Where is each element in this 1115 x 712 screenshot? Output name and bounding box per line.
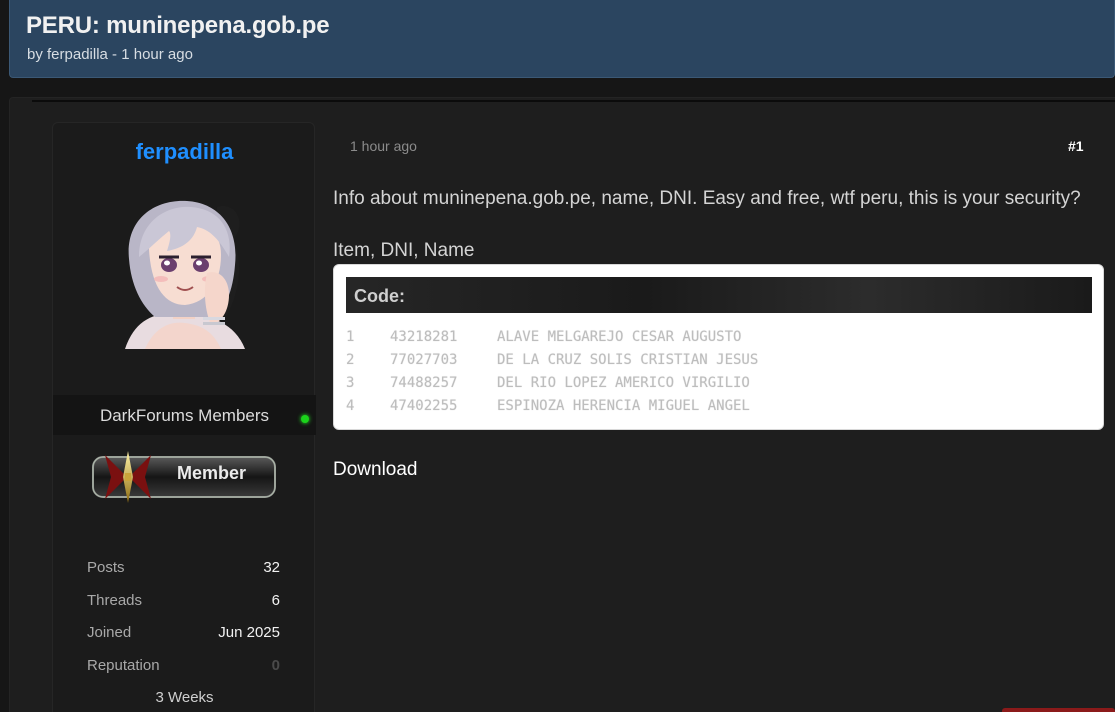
code-block-body: 1 43218281 ALAVE MELGAREJO CESAR AUGUSTO… <box>346 329 758 421</box>
thread-title: PERU: muninepena.gob.pe <box>26 12 330 39</box>
code-dni: 74488257 <box>390 375 458 391</box>
code-dni: 77027703 <box>390 352 458 368</box>
post-timestamp: 1 hour ago <box>350 138 417 154</box>
page: PERU: muninepena.gob.pe by ferpadilla - … <box>0 0 1115 712</box>
user-group-bar: DarkForums Members <box>53 395 316 435</box>
code-block-header: Code: <box>346 277 1092 313</box>
post-body-text: Info about muninepena.gob.pe, name, DNI.… <box>333 188 1081 209</box>
code-block-title: Code: <box>354 286 405 306</box>
stat-posts-value: 32 <box>263 559 280 576</box>
stat-threads-value: 6 <box>271 592 280 609</box>
online-status-icon <box>301 415 309 423</box>
stat-reputation-value[interactable]: 0 <box>272 657 280 674</box>
code-item: 2 <box>346 352 355 368</box>
stat-threads-label: Threads <box>87 592 143 609</box>
stat-reputation-label: Reputation <box>87 657 160 674</box>
code-dni: 47402255 <box>390 398 458 414</box>
panel-divider <box>32 100 1115 102</box>
post-list-heading: Item, DNI, Name <box>333 240 475 261</box>
action-button-edge[interactable] <box>1002 708 1115 712</box>
download-link[interactable]: Download <box>333 459 418 481</box>
code-block: Code: 1 43218281 ALAVE MELGAREJO CESAR A… <box>333 264 1104 430</box>
code-item: 1 <box>346 329 355 345</box>
code-item: 4 <box>346 398 355 414</box>
code-name: DEL RIO LOPEZ AMERICO VIRGILIO <box>497 375 750 391</box>
thread-header: PERU: muninepena.gob.pe by ferpadilla - … <box>9 0 1115 78</box>
code-dni: 43218281 <box>390 329 458 345</box>
post-number-link[interactable]: #1 <box>1068 138 1084 154</box>
stat-joined-label: Joined <box>87 624 132 641</box>
stat-joined-value: Jun 2025 <box>218 624 280 641</box>
author-sidebar: ferpadilla DarkForums Members Member Pos… <box>52 122 316 712</box>
code-line: 2 77027703 DE LA CRUZ SOLIS CRISTIAN JES… <box>346 352 758 375</box>
thread-meta: by ferpadilla - 1 hour ago <box>27 46 193 63</box>
code-name: ESPINOZA HERENCIA MIGUEL ANGEL <box>497 398 750 414</box>
author-username[interactable]: ferpadilla <box>53 139 316 165</box>
code-line: 4 47402255 ESPINOZA HERENCIA MIGUEL ANGE… <box>346 398 750 421</box>
avatar[interactable] <box>115 199 253 349</box>
code-item: 3 <box>346 375 355 391</box>
member-rank-label: Member <box>177 463 247 483</box>
user-group-title: DarkForums Members <box>99 406 270 425</box>
code-line: 1 43218281 ALAVE MELGAREJO CESAR AUGUSTO <box>346 329 741 352</box>
code-line: 3 74488257 DEL RIO LOPEZ AMERICO VIRGILI… <box>346 375 750 398</box>
code-name: DE LA CRUZ SOLIS CRISTIAN JESUS <box>497 352 759 368</box>
code-name: ALAVE MELGAREJO CESAR AUGUSTO <box>497 329 742 345</box>
stat-posts-label: Posts <box>87 559 125 576</box>
time-online: 3 Weeks <box>155 689 214 706</box>
